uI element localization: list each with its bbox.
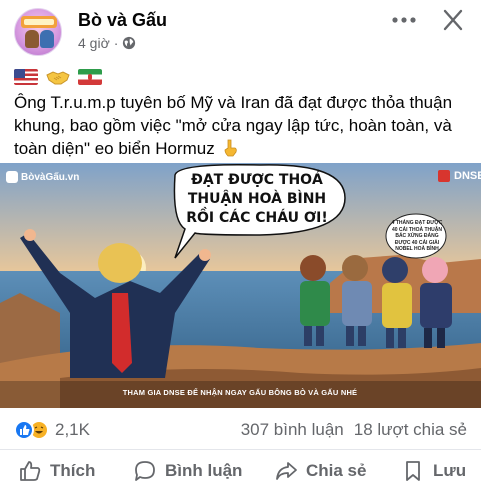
post-time[interactable]: 4 giờ (78, 35, 110, 51)
iran-flag-icon (78, 69, 102, 85)
meta-separator: · (113, 35, 119, 51)
share-count[interactable]: 18 lượt chia sẻ (354, 420, 467, 440)
post-meta: 4 giờ · (78, 35, 136, 51)
speech-bubble-main: ĐẠT ĐƯỢC THOẢ THUẬN HOÀ BÌNH RỒI CÁC CHÁ… (186, 172, 328, 226)
post-text-block: Ông T.r.u.m.p tuyên bố Mỹ và Iran đã đạt… (14, 66, 474, 160)
post-actions: Thích Bình luận Chia sẻ Lưu (0, 450, 481, 499)
post-stats: 2,1K 307 bình luận 18 lượt chia sẻ (0, 408, 481, 450)
dnse-logo-icon (438, 170, 450, 182)
image-footer: THAM GIA DNSE ĐỂ NHẬN NGAY GẤU BÔNG BÒ V… (122, 388, 358, 397)
like-label: Thích (50, 461, 96, 480)
share-label: Chia sẻ (306, 461, 367, 480)
speech-bubble-small: 4 THÁNG ĐẠT ĐƯỢC 40 CÁI THOẢ THUẬN BÁC X… (391, 220, 443, 252)
globe-icon (123, 36, 136, 50)
share-button[interactable]: Chia sẻ (274, 459, 366, 483)
more-options-icon[interactable] (389, 10, 419, 30)
image-sponsor-text: DNSE (454, 170, 481, 182)
avatar-bull (40, 30, 54, 48)
comment-icon (135, 461, 155, 481)
image-brand-text: BòvàGấu.vn (21, 171, 80, 183)
reaction-count: 2,1K (55, 420, 90, 439)
post-image[interactable]: BòvàGấu.vn DNSE ĐẠT ĐƯỢC THOẢ THUẬN HOÀ … (0, 163, 481, 408)
like-reaction-icon (14, 420, 34, 440)
image-brand: BòvàGấu.vn (6, 171, 79, 183)
comment-button[interactable]: Bình luận (133, 459, 242, 483)
close-icon[interactable] (440, 8, 466, 32)
us-flag-icon (14, 69, 38, 85)
brand-logo-icon (6, 171, 18, 183)
emoji-row (14, 66, 474, 88)
avatar-logo-banner (21, 16, 57, 28)
page-name[interactable]: Bò và Gấu (78, 10, 167, 31)
page-avatar[interactable] (14, 8, 62, 56)
comment-count[interactable]: 307 bình luận (241, 420, 344, 440)
image-sponsor: DNSE (438, 170, 481, 182)
thumbs-up-icon (20, 461, 41, 481)
post-header: Bò và Gấu 4 giờ · (0, 0, 481, 62)
handshake-icon (46, 71, 70, 85)
avatar-bear (25, 30, 39, 48)
save-label: Lưu (433, 461, 467, 480)
share-icon (276, 462, 297, 480)
comment-label: Bình luận (165, 461, 243, 480)
bookmark-icon (406, 461, 420, 481)
reaction-summary[interactable]: 2,1K (14, 420, 90, 440)
pointing-down-icon (225, 139, 238, 157)
post-caption: Ông T.r.u.m.p tuyên bố Mỹ và Iran đã đạt… (14, 91, 474, 160)
save-button[interactable]: Lưu (401, 459, 466, 483)
engagement-counts: 307 bình luận 18 lượt chia sẻ (241, 420, 467, 440)
like-button[interactable]: Thích (18, 459, 95, 483)
